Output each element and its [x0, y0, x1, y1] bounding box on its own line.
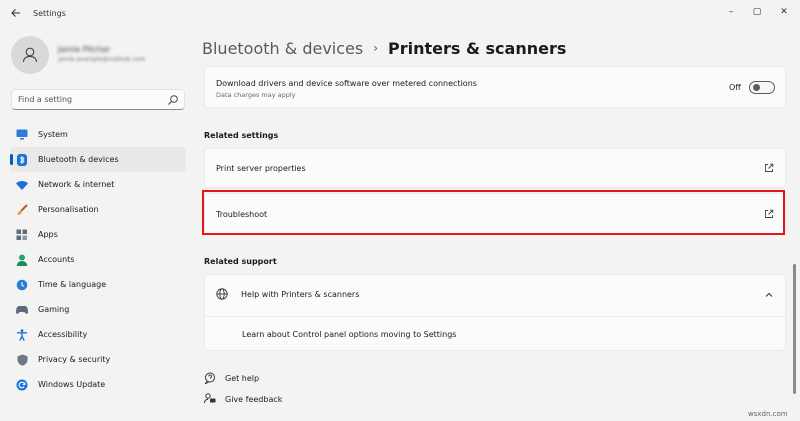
sidebar-item-label: Privacy & security: [38, 355, 111, 364]
sidebar-item-privacy[interactable]: Privacy & security: [10, 347, 186, 372]
system-icon: [16, 129, 28, 141]
sidebar-item-bluetooth[interactable]: Bluetooth & devices: [10, 147, 186, 172]
user-icon: [22, 47, 38, 63]
related-settings-heading: Related settings: [204, 131, 279, 140]
globe-icon: [216, 288, 228, 300]
sidebar-item-label: Accessibility: [38, 330, 88, 339]
related-support-heading: Related support: [204, 257, 277, 266]
toggle-state-label: Off: [729, 83, 741, 92]
apps-icon: [16, 229, 28, 241]
globe-clock-icon: [16, 279, 28, 291]
give-feedback-link[interactable]: Give feedback: [204, 393, 282, 405]
sidebar-item-accessibility[interactable]: Accessibility: [10, 322, 186, 347]
scrollbar-thumb[interactable]: [793, 264, 796, 394]
sidebar-item-apps[interactable]: Apps: [10, 222, 186, 247]
wifi-icon: [16, 179, 28, 191]
maximize-button[interactable]: ▢: [747, 4, 767, 20]
sidebar-item-accounts[interactable]: Accounts: [10, 247, 186, 272]
help-printers-panel: Help with Printers & scanners Learn abou…: [204, 274, 786, 351]
shield-icon: [16, 354, 28, 366]
sidebar-item-gaming[interactable]: Gaming: [10, 297, 186, 322]
title-bar: Settings – ▢ ✕: [0, 0, 800, 30]
feedback-icon: [204, 393, 216, 404]
back-button[interactable]: [8, 7, 24, 23]
breadcrumb-parent[interactable]: Bluetooth & devices: [202, 39, 363, 58]
user-name: Jamie Pitcher: [58, 45, 111, 54]
breadcrumb-separator: ›: [373, 41, 379, 55]
brush-icon: [16, 203, 28, 216]
app-title: Settings: [33, 9, 66, 18]
minimize-button[interactable]: –: [721, 4, 741, 20]
sidebar-item-network[interactable]: Network & internet: [10, 172, 186, 197]
gamepad-icon: [16, 304, 28, 316]
sidebar-item-personalisation[interactable]: Personalisation: [10, 197, 186, 222]
avatar[interactable]: [11, 36, 49, 74]
give-feedback-label: Give feedback: [225, 394, 283, 404]
breadcrumb: Bluetooth & devices › Printers & scanner…: [202, 36, 566, 60]
sidebar-item-time-language[interactable]: Time & language: [10, 272, 186, 297]
metered-toggle[interactable]: [749, 81, 775, 94]
external-link-icon: [765, 209, 774, 218]
metered-download-setting: Download drivers and device software ove…: [204, 66, 786, 108]
metered-title: Download drivers and device software ove…: [216, 79, 477, 88]
search-icon[interactable]: [167, 94, 179, 106]
sidebar-item-label: System: [38, 130, 68, 139]
sidebar-nav: System Bluetooth & devices Network & int…: [10, 122, 186, 397]
sidebar-item-system[interactable]: System: [10, 122, 186, 147]
user-email: jamie.example@outlook.com: [58, 56, 146, 63]
divider: [205, 316, 785, 317]
sidebar-item-label: Personalisation: [38, 205, 99, 214]
chevron-up-icon[interactable]: [764, 290, 774, 300]
control-panel-link[interactable]: Learn about Control panel options moving…: [242, 330, 456, 339]
watermark: wsxdn.com: [748, 410, 788, 418]
row-label: Troubleshoot: [216, 210, 268, 219]
troubleshoot-row[interactable]: Troubleshoot: [204, 193, 786, 234]
get-help-link[interactable]: Get help: [204, 372, 259, 384]
help-expander-label[interactable]: Help with Printers & scanners: [241, 290, 359, 299]
page-title: Printers & scanners: [388, 38, 567, 58]
accounts-icon: [16, 254, 28, 266]
sidebar-item-label: Bluetooth & devices: [38, 155, 119, 164]
sidebar-item-label: Network & internet: [38, 180, 115, 189]
sidebar-item-label: Apps: [38, 230, 58, 239]
accessibility-icon: [16, 328, 28, 341]
search-input[interactable]: [18, 93, 168, 106]
sidebar-item-label: Accounts: [38, 255, 75, 264]
update-icon: [16, 379, 28, 391]
bluetooth-icon: [16, 153, 28, 166]
external-link-icon: [765, 163, 774, 172]
sidebar-item-label: Gaming: [38, 305, 70, 314]
sidebar-item-windows-update[interactable]: Windows Update: [10, 372, 186, 397]
metered-subtitle: Data charges may apply: [216, 91, 296, 99]
toggle-knob: [753, 84, 760, 91]
row-label: Print server properties: [216, 164, 306, 173]
get-help-label: Get help: [225, 373, 260, 383]
help-chat-icon: [204, 372, 215, 384]
sidebar-item-label: Time & language: [38, 280, 107, 289]
back-arrow-icon: [11, 9, 20, 17]
search-box[interactable]: [11, 89, 185, 110]
sidebar-item-label: Windows Update: [38, 380, 106, 389]
close-button[interactable]: ✕: [774, 4, 794, 20]
scrollbar[interactable]: [791, 66, 797, 411]
print-server-properties-row[interactable]: Print server properties: [204, 148, 786, 188]
